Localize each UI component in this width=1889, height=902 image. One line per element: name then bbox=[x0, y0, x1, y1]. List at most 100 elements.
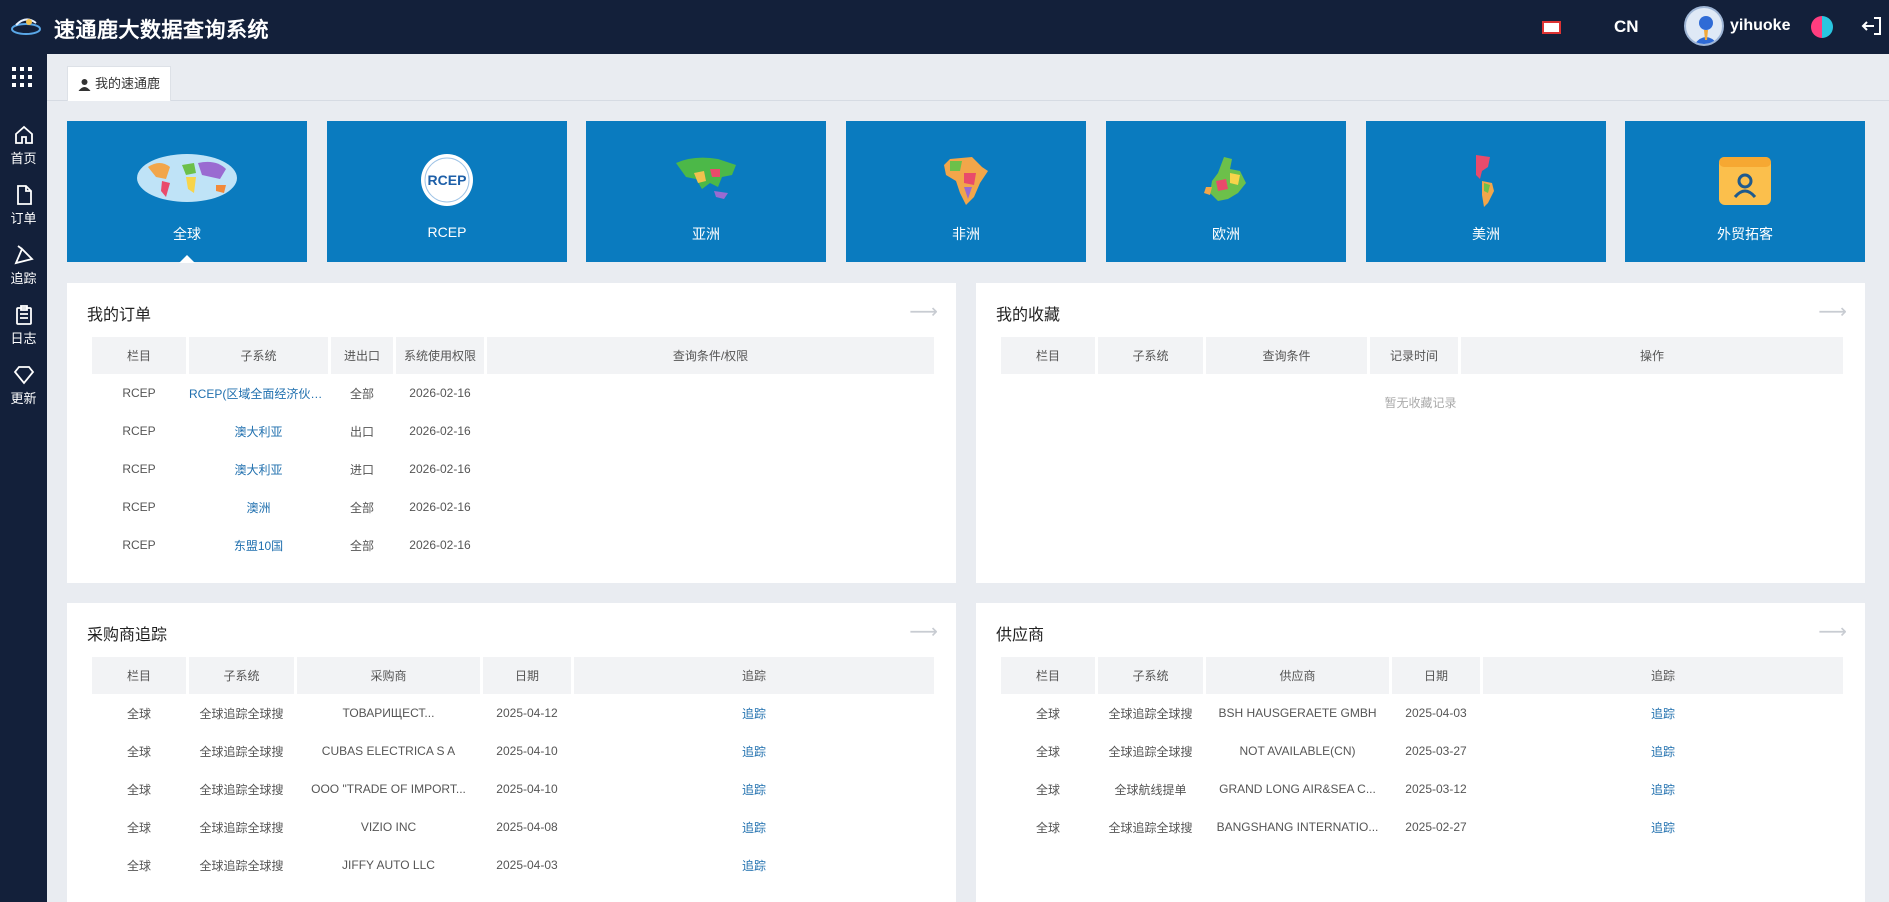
cell-date: 2025-04-10 bbox=[496, 782, 558, 796]
sidebar-item-label: 更新 bbox=[10, 391, 37, 406]
world-map-icon bbox=[137, 154, 237, 202]
cell-direction: 全部 bbox=[349, 500, 374, 515]
column-header[interactable]: 子系统 bbox=[189, 657, 294, 694]
track-link[interactable]: 追踪 bbox=[574, 694, 934, 732]
column-header[interactable]: 栏目 bbox=[92, 657, 186, 694]
sidebar-item-label: 日志 bbox=[10, 331, 37, 346]
column-header[interactable]: 栏目 bbox=[1001, 657, 1095, 694]
arrow-right-icon[interactable]: ⟶ bbox=[1818, 299, 1847, 324]
cell-category: 全球 bbox=[126, 706, 151, 721]
column-header[interactable]: 供应商 bbox=[1206, 657, 1389, 694]
cell-subsystem: 全球追踪全球搜 bbox=[1108, 820, 1193, 835]
cell-category: RCEP bbox=[122, 462, 156, 476]
cell-buyer: CUBAS ELECTRICA S A bbox=[321, 744, 456, 758]
cell-conditions bbox=[487, 374, 934, 412]
tile-americas[interactable]: 美洲 bbox=[1366, 121, 1606, 262]
empty-state: 暂无收藏记录 bbox=[1384, 396, 1457, 410]
column-header[interactable]: 进出口 bbox=[331, 337, 393, 374]
cell-subsystem-link[interactable]: 澳大利亚 bbox=[189, 412, 328, 450]
logo[interactable] bbox=[10, 12, 42, 42]
clipboard-icon bbox=[15, 305, 32, 325]
cell-date: 2025-04-10 bbox=[496, 744, 558, 758]
panel-title: 我的收藏 bbox=[996, 307, 1061, 324]
cell-subsystem-link[interactable]: 澳洲 bbox=[189, 488, 328, 526]
cell-subsystem: 全球追踪全球搜 bbox=[199, 858, 284, 873]
tile-global[interactable]: 全球 bbox=[67, 121, 307, 263]
cell-subsystem-link[interactable]: RCEP(区域全面经济伙伴关 bbox=[189, 374, 328, 412]
sidebar-item-updates[interactable]: 更新 bbox=[0, 364, 47, 420]
track-link[interactable]: 追踪 bbox=[574, 732, 934, 770]
tile-africa[interactable]: 非洲 bbox=[846, 121, 1086, 262]
tile-asia[interactable]: 亚洲 bbox=[586, 121, 826, 262]
tile-label: 全球 bbox=[173, 226, 201, 242]
language-selector[interactable]: CN bbox=[1614, 17, 1639, 37]
cell-expiry: 2026-02-16 bbox=[409, 462, 471, 476]
sidebar-item-label: 首页 bbox=[10, 151, 37, 166]
column-header[interactable]: 采购商 bbox=[297, 657, 480, 694]
tab-label: 我的速通鹿 bbox=[95, 76, 161, 91]
sidebar-item-tracking[interactable]: 追踪 bbox=[0, 244, 47, 300]
arrow-right-icon[interactable]: ⟶ bbox=[1818, 619, 1847, 644]
cell-conditions bbox=[487, 488, 934, 526]
cell-expiry: 2026-02-16 bbox=[409, 538, 471, 552]
column-header[interactable]: 日期 bbox=[483, 657, 571, 694]
column-header[interactable]: 记录时间 bbox=[1370, 337, 1458, 374]
tile-trade-prospecting[interactable]: 外贸拓客 bbox=[1625, 121, 1865, 262]
table-row: 全球 全球追踪全球搜 NOT AVAILABLE(CN) 2025-03-27 … bbox=[1001, 732, 1843, 770]
column-header[interactable]: 子系统 bbox=[1098, 337, 1203, 374]
theme-icon[interactable] bbox=[1811, 16, 1833, 38]
track-link[interactable]: 追踪 bbox=[574, 808, 934, 846]
cell-subsystem-link[interactable]: 东盟10国 bbox=[189, 526, 328, 564]
cell-subsystem-link[interactable]: 澳大利亚 bbox=[189, 450, 328, 488]
column-header[interactable]: 查询条件 bbox=[1206, 337, 1367, 374]
table-row: RCEP 澳洲 全部 2026-02-16 bbox=[92, 488, 934, 526]
home-icon bbox=[14, 125, 33, 144]
avatar[interactable] bbox=[1684, 6, 1724, 46]
cell-supplier: NOT AVAILABLE(CN) bbox=[1239, 744, 1356, 758]
sidebar: 首页 订单 追踪 日志 更新 bbox=[0, 54, 47, 902]
cell-subsystem: 全球追踪全球搜 bbox=[199, 706, 284, 721]
track-link[interactable]: 追踪 bbox=[1483, 770, 1843, 808]
tile-rcep[interactable]: RCEP RCEP bbox=[327, 121, 567, 262]
username[interactable]: yihuoke bbox=[1730, 17, 1790, 35]
track-link[interactable]: 追踪 bbox=[574, 770, 934, 808]
track-link[interactable]: 追踪 bbox=[1483, 694, 1843, 732]
column-header[interactable]: 查询条件/权限 bbox=[487, 337, 934, 374]
table-row: 全球 全球追踪全球搜 BANGSHANG INTERNATIO... 2025-… bbox=[1001, 808, 1843, 846]
column-header[interactable]: 子系统 bbox=[189, 337, 328, 374]
column-header[interactable]: 日期 bbox=[1392, 657, 1480, 694]
cell-date: 2025-04-03 bbox=[1405, 706, 1467, 720]
flag-icon[interactable] bbox=[1542, 21, 1561, 34]
track-link[interactable]: 追踪 bbox=[1483, 732, 1843, 770]
track-link[interactable]: 追踪 bbox=[1483, 808, 1843, 846]
sidebar-item-orders[interactable]: 订单 bbox=[0, 184, 47, 240]
sidebar-item-home[interactable]: 首页 bbox=[0, 124, 47, 180]
app-grid-icon[interactable] bbox=[12, 67, 32, 87]
cell-date: 2025-02-27 bbox=[1405, 820, 1467, 834]
column-header[interactable]: 追踪 bbox=[1483, 657, 1843, 694]
column-header[interactable]: 追踪 bbox=[574, 657, 934, 694]
diamond-icon bbox=[13, 366, 34, 385]
logout-icon[interactable] bbox=[1860, 14, 1884, 38]
column-header[interactable]: 栏目 bbox=[92, 337, 186, 374]
tile-label: RCEP bbox=[427, 224, 467, 240]
cell-direction: 全部 bbox=[349, 538, 374, 553]
orders-table: 栏目 子系统 进出口 系统使用权限 查询条件/权限 RCEP RCEP(区域全面… bbox=[89, 337, 937, 564]
column-header[interactable]: 操作 bbox=[1461, 337, 1843, 374]
cell-supplier: BSH HAUSGERAETE GMBH bbox=[1218, 706, 1377, 720]
track-link[interactable]: 追踪 bbox=[574, 846, 934, 884]
column-header[interactable]: 栏目 bbox=[1001, 337, 1095, 374]
cell-category: RCEP bbox=[122, 500, 156, 514]
column-header[interactable]: 系统使用权限 bbox=[396, 337, 484, 374]
cell-category: 全球 bbox=[1035, 782, 1060, 797]
panel-title: 我的订单 bbox=[87, 307, 152, 324]
tile-label: 美洲 bbox=[1472, 226, 1500, 242]
arrow-right-icon[interactable]: ⟶ bbox=[909, 619, 938, 644]
column-header[interactable]: 子系统 bbox=[1098, 657, 1203, 694]
sidebar-item-logs[interactable]: 日志 bbox=[0, 304, 47, 360]
arrow-right-icon[interactable]: ⟶ bbox=[909, 299, 938, 324]
sidebar-item-label: 追踪 bbox=[10, 271, 37, 286]
tab-my-stl[interactable]: 我的速通鹿 bbox=[67, 66, 172, 101]
buyers-table: 栏目 子系统 采购商 日期 追踪 全球 全球追踪全球搜 ТОВАРИЩЕСТ..… bbox=[89, 657, 937, 884]
tile-europe[interactable]: 欧洲 bbox=[1106, 121, 1346, 262]
